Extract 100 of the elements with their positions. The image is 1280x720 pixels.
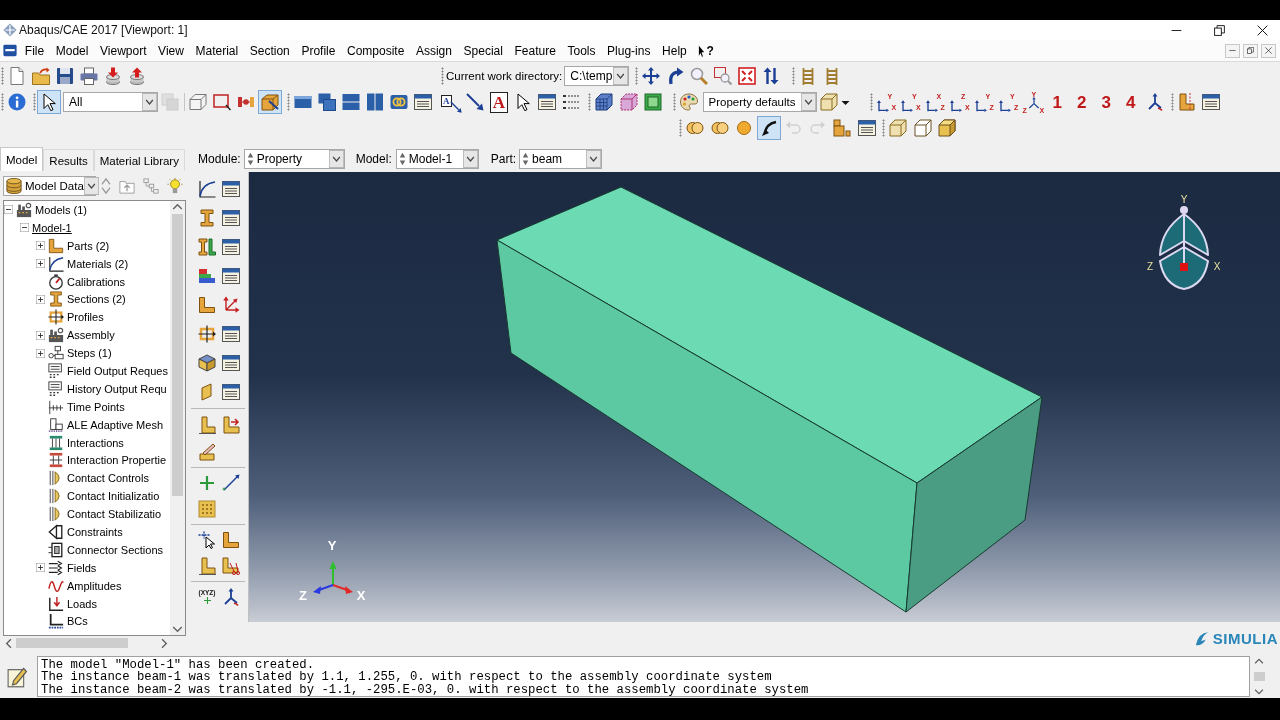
triad-icon [1146,93,1165,111]
tree-item[interactable]: Sections (2) [67,293,126,306]
expander-plus-icon[interactable] [36,294,45,304]
tree-item[interactable]: Interaction Propertie [67,454,167,467]
scrollbar-thumb[interactable] [172,214,183,496]
menu-item[interactable]: File [19,40,50,61]
tree-item[interactable]: Interactions [67,436,124,449]
tree-item[interactable]: Constraints [67,525,123,538]
selection-filter-dropdown[interactable]: All [63,92,158,112]
view-number-button[interactable]: 1 [1045,90,1070,114]
picker-button[interactable] [756,116,781,140]
table-icon [222,353,240,372]
dropdown-arrow-icon [328,149,344,168]
menu-item[interactable]: Assign [410,40,458,61]
menu-item[interactable]: Help [656,40,693,61]
tree-item[interactable]: Loads [67,597,97,610]
undo-icon [784,119,803,137]
chevron-up-icon[interactable] [1254,656,1264,666]
tree-item[interactable]: Calibrations [67,275,126,288]
tree-item[interactable]: History Output Requ [67,382,167,395]
expander-minus-icon[interactable] [20,223,29,233]
menu-item[interactable]: View [152,40,190,61]
tree-item[interactable]: Steps (1) [67,347,112,360]
view-number-button[interactable]: 3 [1094,90,1119,114]
menu-item[interactable]: Feature [508,40,562,61]
chevron-left-icon[interactable] [3,637,14,649]
scrollbar-thumb[interactable] [16,638,128,648]
tree-item[interactable]: Profiles [67,311,104,324]
chevron-right-icon[interactable] [159,637,170,649]
dropdown-arrow-icon [613,67,629,85]
work-directory-dropdown[interactable]: C:\temp [564,66,630,86]
expander-plus-icon[interactable] [36,330,45,340]
view-number-button[interactable]: 4 [1118,90,1143,114]
overlapping-circles-icon [710,119,729,137]
message-line: The instance beam-2 was translated by -1.1, -295.E-03, 0. with respect to the assembly coordinate system [41,683,810,696]
chevron-down-icon[interactable] [1254,687,1264,697]
box-cursor-button[interactable] [258,90,282,114]
text-box-button[interactable]: A [487,90,511,114]
note-pencil-icon[interactable] [7,665,27,688]
text-annotation-button[interactable]: A [439,90,463,114]
scrollbar-thumb[interactable] [1253,672,1265,681]
vertical-scrollbar[interactable] [170,201,185,635]
expander-plus-icon[interactable] [36,348,45,358]
menu-item[interactable]: Model [49,40,95,61]
table-icon [1201,93,1220,111]
menu-item[interactable]: Material [189,40,244,61]
menu-item[interactable]: Viewport [94,40,153,61]
tree-source-dropdown[interactable]: Model Data [3,175,96,196]
dropdown-arrow-icon [586,149,602,168]
expander-minus-icon[interactable] [4,205,13,215]
tree-item[interactable]: Contact Initializatio [67,490,160,503]
tree-item[interactable]: Materials (2) [67,257,129,270]
tree-item[interactable]: Contact Controls [67,472,149,485]
tree-item[interactable]: Amplitudes [67,579,122,592]
color-scheme-dropdown[interactable]: Property defaults [702,92,817,112]
context-help-button[interactable]: ? [694,40,717,61]
cursor-button[interactable] [37,90,61,114]
view-number-button[interactable]: 2 [1069,90,1094,114]
model-dropdown[interactable]: Model-1 [395,148,479,169]
tree-item[interactable]: ALE Adaptive Mesh [67,418,163,431]
chevron-up-icon[interactable] [172,201,183,212]
panel-tab[interactable]: Model [0,147,44,171]
scissors-part-button[interactable] [219,554,243,578]
triad-icon [222,588,240,606]
curved-arrow-icon [666,67,685,85]
expander-plus-icon[interactable] [36,563,45,573]
menu-item[interactable]: Section [243,40,296,61]
tree-item[interactable]: Assembly [67,329,115,342]
menu-item[interactable]: Plug-ins [601,40,657,61]
new-file-icon [8,67,26,85]
i-beam-icon [48,291,64,308]
tree-nodes-icon[interactable] [143,177,159,194]
arrow-icon [466,93,484,111]
tree-item[interactable]: Contact Stabilizatio [67,508,162,521]
angle-part-icon [48,237,64,254]
tree-item[interactable]: Time Points [67,400,125,413]
dot-grid-button[interactable] [195,497,219,521]
tree-item[interactable]: Connector Sections [67,543,163,556]
window-menu-icon[interactable] [3,44,17,57]
tree-item[interactable]: Field Output Reques [67,364,168,377]
module-dropdown[interactable]: Property [243,148,345,169]
expander-plus-icon[interactable] [36,241,45,251]
grid-cube-icon [595,93,614,111]
expander-plus-icon[interactable] [36,259,45,269]
tree-item[interactable]: BCs [67,615,88,628]
table-icon [222,382,240,401]
panel-tab[interactable]: Material Library [93,149,185,171]
tree-item[interactable]: Model-1 [32,221,72,234]
menu-item[interactable]: Composite [341,40,411,61]
tree-item[interactable]: Models (1) [35,203,87,216]
panel-tab[interactable]: Results [43,149,94,171]
menu-item[interactable]: Profile [295,40,342,61]
menu-item[interactable]: Tools [561,40,602,61]
rings-icon [390,93,408,111]
menu-item[interactable]: Special [457,40,509,61]
wire-box-icon [189,93,207,111]
chevron-down-icon[interactable] [172,624,183,635]
tree-item[interactable]: Parts (2) [67,239,110,252]
part-dropdown[interactable]: beam [519,148,603,169]
tree-item[interactable]: Fields [67,561,97,574]
